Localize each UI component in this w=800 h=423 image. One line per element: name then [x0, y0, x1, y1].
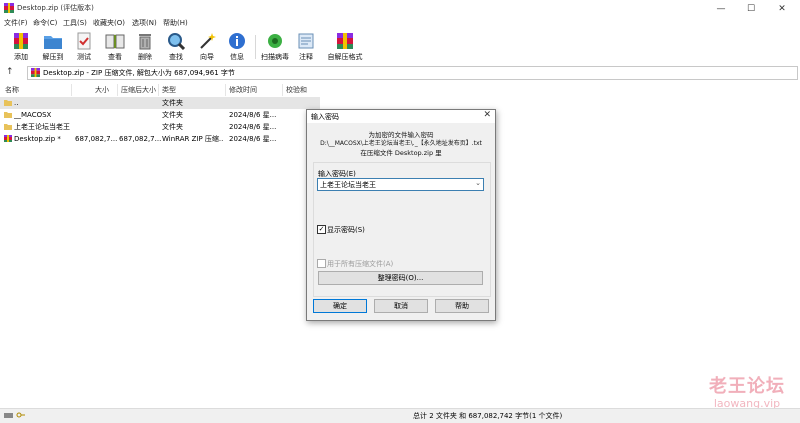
column-divider: [282, 84, 283, 96]
show-password-checkbox[interactable]: ✓: [317, 225, 326, 234]
toolbar-separator: [255, 35, 256, 59]
winrar-app-icon: [4, 3, 14, 13]
comment-label: 注释: [299, 53, 313, 61]
folder-icon: [4, 124, 12, 130]
table-row[interactable]: Desktop.zip * 687,082,7... 687,082,7... …: [0, 133, 320, 145]
address-text: Desktop.zip - ZIP 压缩文件, 解包大小为 687,094,96…: [43, 69, 235, 77]
file-type: 文件夹: [162, 99, 183, 107]
zip-file-icon: [4, 135, 12, 142]
ok-button[interactable]: 确定: [313, 299, 367, 313]
menu-help[interactable]: 帮助(H): [163, 18, 188, 28]
table-row[interactable]: __MACOSX 文件夹 2024/8/6 星...: [0, 109, 320, 121]
dialog-archive-name: 在压缩文件 Desktop.zip 里: [360, 149, 442, 157]
virus-scan-icon: [265, 31, 285, 51]
extract-to-icon: [43, 31, 63, 51]
menu-commands[interactable]: 命令(C): [33, 18, 57, 28]
comment-icon: [296, 31, 316, 51]
file-name: __MACOSX: [14, 111, 52, 119]
add-button[interactable]: 添加: [3, 31, 39, 63]
chevron-down-icon[interactable]: ⌄: [475, 179, 481, 187]
menu-options[interactable]: 选项(N): [132, 18, 157, 28]
use-for-all-label: 用于所有压缩文件(A): [327, 260, 394, 268]
password-input[interactable]: 上老王论坛当老王 ⌄: [317, 178, 484, 191]
address-bar: ↑ Desktop.zip - ZIP 压缩文件, 解包大小为 687,094,…: [0, 64, 800, 82]
file-modified: 2024/8/6 星...: [229, 111, 277, 119]
key-icon: [16, 412, 25, 418]
dialog-close-button[interactable]: ✕: [483, 110, 491, 120]
wizard-icon: [197, 31, 217, 51]
maximize-button[interactable]: ☐: [736, 0, 766, 17]
info-icon: [227, 31, 247, 51]
sfx-icon: [335, 31, 355, 51]
file-name: 上老王论坛当老王: [14, 123, 70, 131]
up-folder-icon[interactable]: ↑: [6, 67, 14, 77]
sfx-label: 自解压格式: [327, 53, 363, 61]
show-password-label: 显示密码(S): [327, 226, 365, 234]
address-path[interactable]: Desktop.zip - ZIP 压缩文件, 解包大小为 687,094,96…: [27, 66, 798, 80]
password-value: 上老王论坛当老王: [320, 181, 376, 189]
zip-archive-icon: [31, 68, 40, 77]
comment-button[interactable]: 注释: [288, 31, 324, 63]
dialog-file-path: D:\__MACOSX\上老王论坛当老王\._【永久地址发布页】.txt: [320, 140, 482, 147]
file-type: 文件夹: [162, 123, 183, 131]
file-type: WinRAR ZIP 压缩...: [162, 135, 224, 143]
test-icon: [74, 31, 94, 51]
menu-file[interactable]: 文件(F): [4, 18, 28, 28]
folder-icon: [4, 112, 12, 118]
info-button[interactable]: 信息: [219, 31, 255, 63]
status-bar: 总计 2 文件夹 和 687,082,742 字节(1 个文件): [0, 408, 800, 423]
use-for-all-checkbox[interactable]: [317, 259, 326, 268]
sfx-button[interactable]: 自解压格式: [323, 31, 367, 63]
table-row[interactable]: .. 文件夹: [0, 97, 320, 109]
menu-bar: 文件(F) 命令(C) 工具(S) 收藏夹(O) 选项(N) 帮助(H): [0, 17, 800, 29]
dialog-titlebar: 输入密码 ✕: [307, 110, 495, 123]
column-name[interactable]: 名称: [5, 83, 19, 97]
folder-icon: [4, 100, 12, 106]
file-modified: 2024/8/6 星...: [229, 123, 277, 131]
file-name: ..: [14, 99, 19, 107]
column-packed[interactable]: 压缩后大小: [121, 83, 156, 97]
file-type: 文件夹: [162, 111, 183, 119]
file-packed-size: 687,082,7...: [119, 135, 162, 143]
column-divider: [71, 84, 72, 96]
organize-passwords-button[interactable]: 整理密码(O)...: [318, 271, 483, 285]
watermark-title: 老王论坛: [709, 376, 785, 397]
table-row[interactable]: 上老王论坛当老王 文件夹 2024/8/6 星...: [0, 121, 320, 133]
dialog-title: 输入密码: [311, 113, 339, 121]
column-divider: [117, 84, 118, 96]
cancel-button[interactable]: 取消: [374, 299, 428, 313]
minimize-button[interactable]: —: [706, 0, 736, 17]
menu-favorites[interactable]: 收藏夹(O): [93, 18, 125, 28]
file-name: Desktop.zip *: [14, 135, 61, 143]
column-divider: [225, 84, 226, 96]
password-dialog: 输入密码 ✕ 为加密的文件输入密码 D:\__MACOSX\上老王论坛当老王\.…: [306, 109, 496, 321]
status-text: 总计 2 文件夹 和 687,082,742 字节(1 个文件): [413, 412, 563, 420]
file-size: 687,082,7...: [75, 135, 118, 143]
toolbar: 添加 解压到 测试 查看 删除 查找 向导 信息 扫描病毒 注释 自解压格式: [0, 29, 800, 64]
column-type[interactable]: 类型: [162, 83, 176, 97]
column-divider: [158, 84, 159, 96]
help-button[interactable]: 帮助: [435, 299, 489, 313]
close-button[interactable]: ✕: [767, 0, 797, 17]
column-size[interactable]: 大小: [95, 83, 109, 97]
find-icon: [166, 31, 186, 51]
info-label: 信息: [230, 53, 244, 61]
column-checksum[interactable]: 校验和: [286, 83, 307, 97]
delete-icon: [135, 31, 155, 51]
menu-tools[interactable]: 工具(S): [63, 18, 87, 28]
column-modified[interactable]: 修改时间: [229, 83, 257, 97]
window-title: Desktop.zip (评估版本): [17, 4, 94, 12]
add-label: 添加: [14, 53, 28, 61]
title-bar: Desktop.zip (评估版本) — ☐ ✕: [0, 0, 800, 17]
file-modified: 2024/8/6 星...: [229, 135, 277, 143]
add-archive-icon: [11, 31, 31, 51]
view-icon: [105, 31, 125, 51]
disk-icon: [4, 413, 13, 418]
